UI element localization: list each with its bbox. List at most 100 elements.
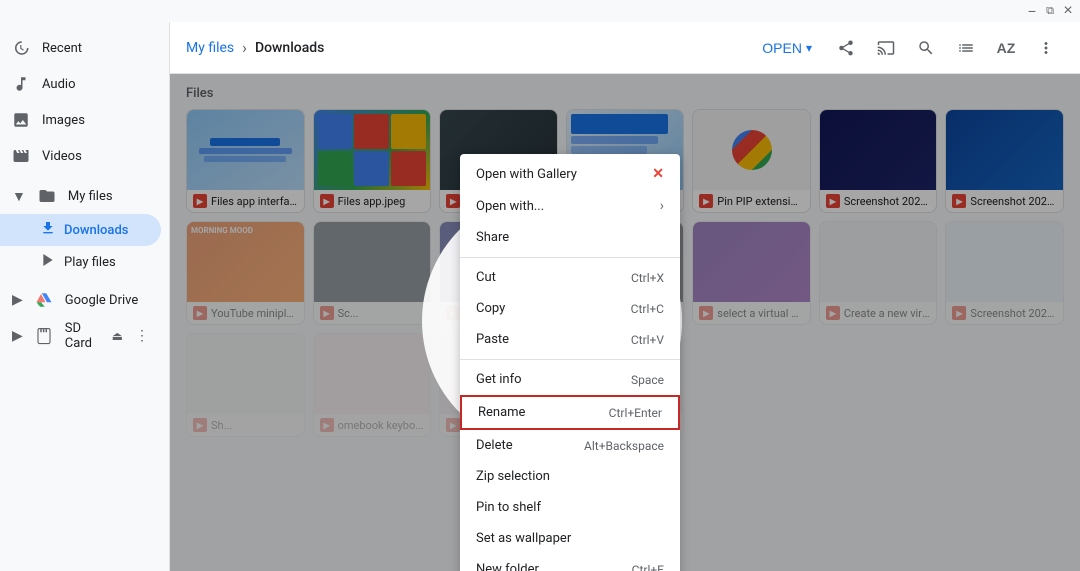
file-info: ▶ omebook keybo... <box>314 414 431 436</box>
file-thumbnail <box>820 110 937 190</box>
content-area: Files ▶ Fi <box>170 74 1080 571</box>
file-card[interactable]: ▶ Screenshot 2022-0... <box>945 109 1064 213</box>
ctx-open-gallery-close: ✕ <box>652 166 664 182</box>
file-card[interactable]: ▶ Screenshot 2022-0... <box>819 109 938 213</box>
sidebar-item-play-files[interactable]: Play files <box>0 246 161 278</box>
file-thumbnail <box>187 110 304 190</box>
share-button[interactable] <box>828 30 864 66</box>
toolbar: My files › Downloads OPEN ▾ <box>170 22 1080 74</box>
file-name: Sh... <box>211 419 232 432</box>
ctx-open-with-arrow: › <box>660 198 664 214</box>
minimize-button[interactable]: − <box>1024 3 1040 19</box>
sidebar-item-audio[interactable]: Audio <box>0 66 161 102</box>
file-info: ▶ Pin PIP extension.jp... <box>693 190 810 212</box>
sidebar-item-sd-card-label: SD Card <box>65 321 100 351</box>
ctx-share-label: Share <box>476 230 664 245</box>
restore-button[interactable]: ⧉ <box>1042 3 1058 19</box>
sidebar-item-images[interactable]: Images <box>0 102 161 138</box>
search-button[interactable] <box>908 30 944 66</box>
ctx-rename-shortcut: Ctrl+Enter <box>609 406 662 420</box>
sidebar-item-myfiles[interactable]: ▼ My files <box>0 178 161 214</box>
file-name: Screenshot 2022-0... <box>844 195 931 208</box>
ctx-pin-shelf[interactable]: Pin to shelf <box>460 492 680 523</box>
sidebar-item-play-files-label: Play files <box>64 255 116 270</box>
file-type-badge: ▶ <box>320 418 334 432</box>
ctx-zip[interactable]: Zip selection <box>460 461 680 492</box>
ctx-paste[interactable]: Paste Ctrl+V <box>460 324 680 355</box>
ctx-get-info[interactable]: Get info Space <box>460 364 680 395</box>
sidebar-item-audio-label: Audio <box>42 77 75 92</box>
sort-button[interactable]: AZ <box>988 30 1024 66</box>
file-thumbnail <box>314 110 431 190</box>
file-name: select a virtual desk... <box>717 307 804 320</box>
more-button[interactable] <box>1028 30 1064 66</box>
breadcrumb-parent[interactable]: My files <box>186 40 234 56</box>
close-button[interactable]: × <box>1060 3 1076 19</box>
open-button[interactable]: OPEN ▾ <box>746 30 824 66</box>
ctx-wallpaper-label: Set as wallpaper <box>476 531 664 546</box>
file-name: Files app.jpeg <box>338 195 406 208</box>
file-type-badge: ▶ <box>446 306 460 320</box>
ctx-wallpaper[interactable]: Set as wallpaper <box>460 523 680 554</box>
file-card[interactable]: ▶ Create a new virtual... <box>819 221 938 325</box>
expand-icon-sd: ▶ <box>12 328 23 344</box>
file-card[interactable]: ▶ Sh... <box>186 333 305 437</box>
play-icon <box>40 252 56 272</box>
section-label: Files <box>186 86 1064 101</box>
ctx-delete[interactable]: Delete Alt+Backspace <box>460 430 680 461</box>
file-thumbnail <box>187 334 304 414</box>
file-type-badge: ▶ <box>699 194 713 208</box>
sidebar-item-sd-card[interactable]: ▶ SD Card ⏏ ⋮ <box>0 318 161 354</box>
file-type-badge: ▶ <box>699 306 713 320</box>
file-info: ▶ Screenshot 2022-0... <box>946 190 1063 212</box>
ctx-open-gallery[interactable]: Open with Gallery ✕ <box>460 158 680 190</box>
file-info: ▶ Sh... <box>187 414 304 436</box>
sidebar-item-downloads[interactable]: Downloads <box>0 214 161 246</box>
sd-more-icon[interactable]: ⋮ <box>135 328 149 344</box>
file-type-badge: ▶ <box>320 194 334 208</box>
expand-icon: ▼ <box>12 188 26 205</box>
file-card[interactable]: ▶ omebook keybo... <box>313 333 432 437</box>
ctx-delete-shortcut: Alt+Backspace <box>584 439 664 453</box>
ctx-new-folder[interactable]: New folder Ctrl+E <box>460 554 680 571</box>
file-info: ▶ Create a new virtual... <box>820 302 937 324</box>
file-card[interactable]: ▶ Sc... <box>313 221 432 325</box>
file-info: ▶ Screenshot 2022-0... <box>946 302 1063 324</box>
file-type-badge: ▶ <box>826 306 840 320</box>
file-card[interactable]: ▶ Pin PIP extension.jp... <box>692 109 811 213</box>
sidebar-item-google-drive[interactable]: ▶ ▲ Google Drive <box>0 282 161 318</box>
sd-icon <box>35 327 53 345</box>
ctx-copy-label: Copy <box>476 301 615 316</box>
file-card[interactable]: ▶ select a virtual desk... <box>692 221 811 325</box>
file-card[interactable]: ▶ Files app interface ... <box>186 109 305 213</box>
music-icon <box>12 75 30 93</box>
file-card[interactable]: ▶ Screenshot 2022-0... <box>945 221 1064 325</box>
ctx-new-folder-shortcut: Ctrl+E <box>632 563 664 571</box>
ctx-new-folder-label: New folder <box>476 562 616 571</box>
ctx-open-gallery-label: Open with Gallery <box>476 167 652 182</box>
ctx-cut[interactable]: Cut Ctrl+X <box>460 262 680 293</box>
sidebar-item-recent[interactable]: Recent <box>0 30 161 66</box>
file-type-badge: ▶ <box>320 306 334 320</box>
sidebar-item-videos[interactable]: Videos <box>0 138 161 174</box>
file-card[interactable]: ▶ Files app.jpeg <box>313 109 432 213</box>
ctx-copy-shortcut: Ctrl+C <box>631 302 664 316</box>
cast-button[interactable] <box>868 30 904 66</box>
ctx-copy[interactable]: Copy Ctrl+C <box>460 293 680 324</box>
file-type-badge: ▶ <box>952 306 966 320</box>
ctx-get-info-shortcut: Space <box>631 373 664 387</box>
ctx-rename-label: Rename <box>478 405 593 420</box>
list-view-button[interactable] <box>948 30 984 66</box>
file-thumbnail <box>693 222 810 302</box>
file-card[interactable]: MORNING MOOD ▶ YouTube miniplayer... <box>186 221 305 325</box>
ctx-zip-label: Zip selection <box>476 469 664 484</box>
sidebar-item-recent-label: Recent <box>42 41 82 56</box>
eject-icon[interactable]: ⏏ <box>112 329 123 343</box>
ctx-share[interactable]: Share <box>460 222 680 253</box>
ctx-open-with[interactable]: Open with... › <box>460 190 680 222</box>
breadcrumb-current: Downloads <box>255 40 324 56</box>
file-thumbnail <box>693 110 810 190</box>
sidebar-item-images-label: Images <box>42 113 85 128</box>
file-thumbnail <box>314 222 431 302</box>
ctx-rename[interactable]: Rename Ctrl+Enter <box>460 395 680 430</box>
